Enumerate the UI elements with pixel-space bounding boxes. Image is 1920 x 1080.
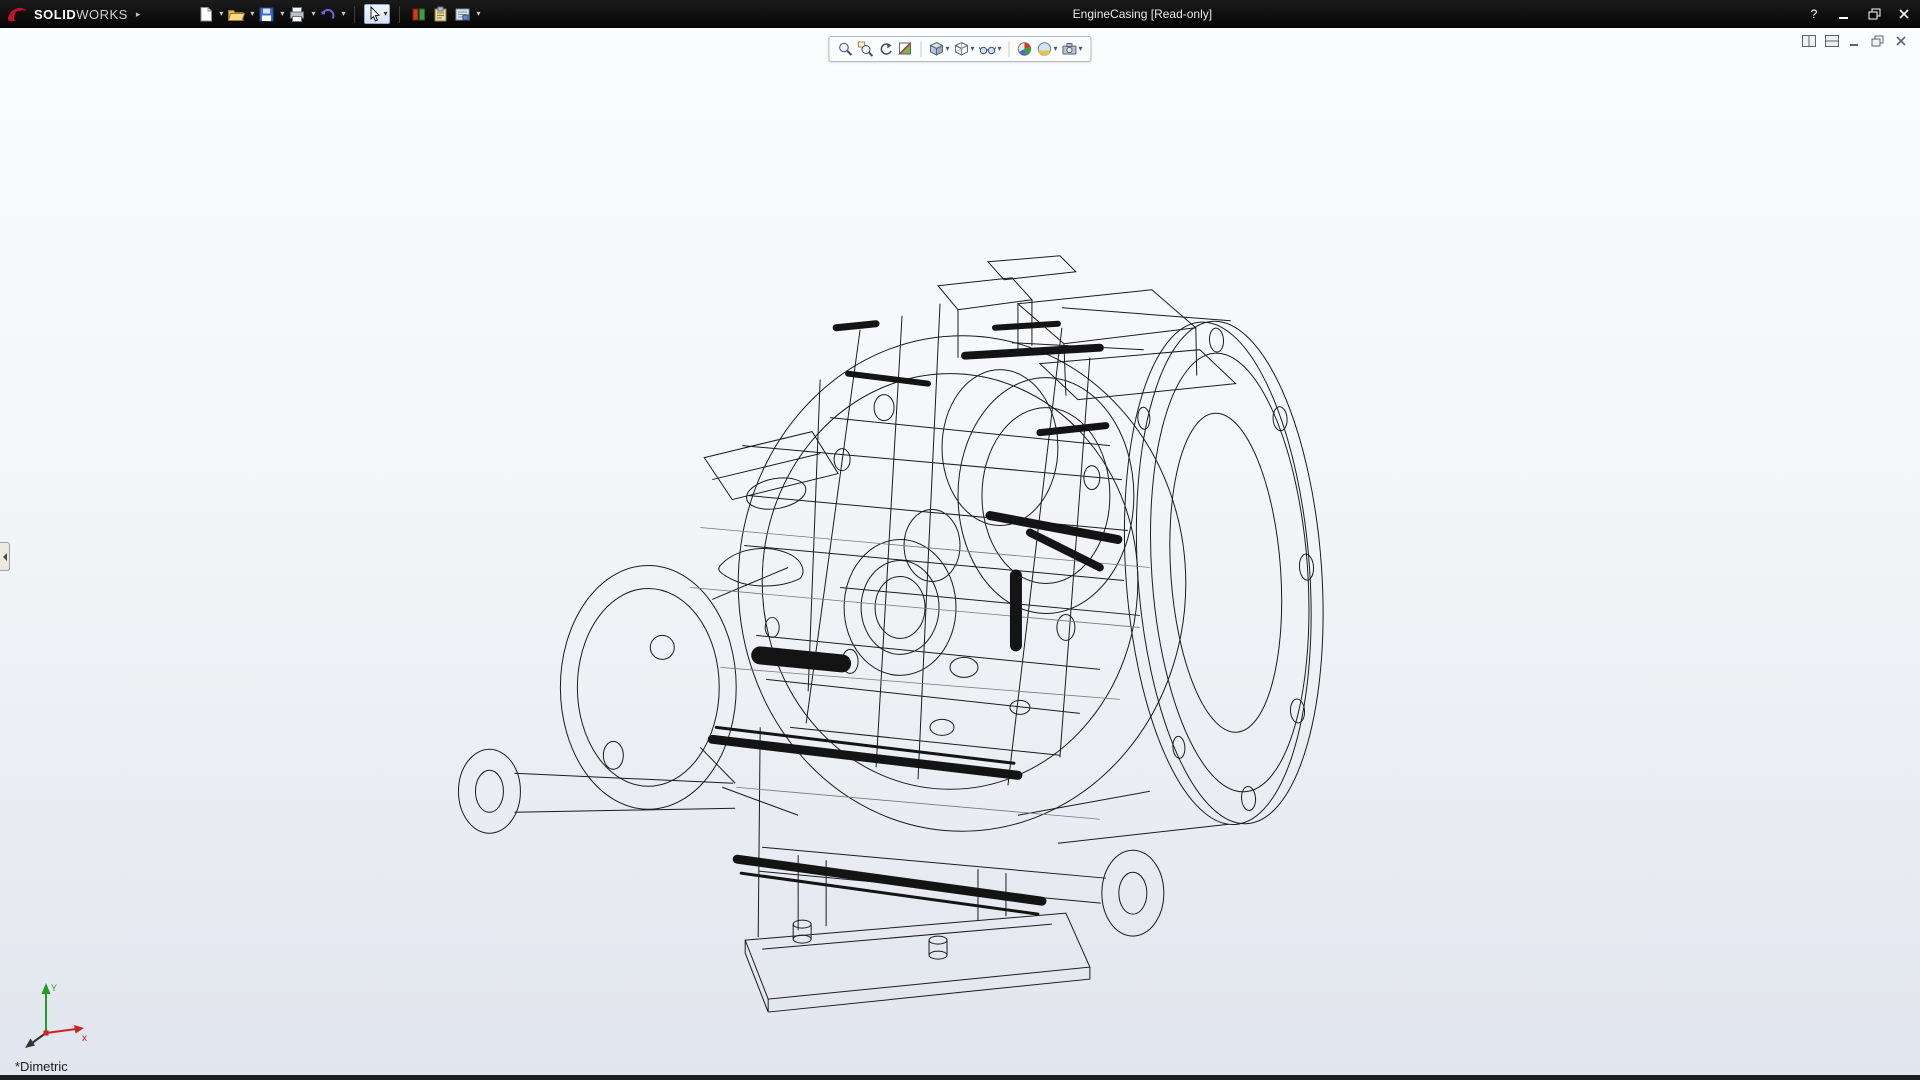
view-settings-button[interactable]: ▾: [1061, 39, 1084, 59]
undo-dropdown-caret[interactable]: ▾: [341, 10, 345, 18]
solidworks-window: SOLIDWORKS ▸ ▾ ▾: [0, 0, 1920, 1080]
split-pane-vertical-button[interactable]: [1824, 34, 1839, 48]
zoom-to-fit-button[interactable]: [836, 39, 854, 59]
print-dropdown-caret[interactable]: ▾: [311, 10, 315, 18]
view-cube-icon: [928, 41, 944, 57]
new-document-icon: [197, 6, 214, 23]
save-icon: [258, 6, 275, 23]
view-orientation-caret[interactable]: ▾: [945, 45, 949, 53]
bottom-window-edge: [0, 1075, 1920, 1080]
title-bar: SOLIDWORKS ▸ ▾ ▾: [0, 0, 1920, 28]
heads-up-view-toolbar: ▾ ▾ ▾: [828, 36, 1091, 62]
options-dropdown-caret[interactable]: ▾: [476, 10, 480, 18]
new-button[interactable]: [196, 4, 215, 25]
help-button[interactable]: ?: [1806, 6, 1822, 22]
open-folder-icon: [227, 6, 245, 23]
hide-show-items-caret[interactable]: ▾: [997, 45, 1001, 53]
chevron-left-icon: [3, 553, 7, 561]
solidworks-logo-icon: [6, 5, 28, 23]
section-view-icon: [897, 41, 913, 57]
minimize-button[interactable]: [1836, 6, 1852, 22]
save-button[interactable]: [257, 4, 276, 25]
appearance-ball-icon: [1017, 41, 1033, 57]
orientation-triad: Y x: [18, 977, 92, 1049]
apply-scene-caret[interactable]: ▾: [1054, 45, 1058, 53]
section-view-button[interactable]: [896, 39, 914, 59]
close-icon: [1898, 8, 1910, 20]
window-controls: ?: [1806, 0, 1912, 28]
brand-name: SOLIDWORKS: [34, 7, 128, 22]
camera-icon: [1062, 41, 1078, 57]
open-button[interactable]: [226, 4, 246, 25]
select-dropdown-caret[interactable]: ▾: [383, 10, 387, 18]
window-title: EngineCasing [Read-only]: [1073, 7, 1212, 21]
right-flange: [1109, 315, 1339, 831]
triad-y-label: Y: [51, 983, 57, 993]
engine-casing-wireframe-model[interactable]: [0, 28, 1920, 1075]
restore-icon: [1871, 35, 1884, 47]
restore-button[interactable]: [1866, 6, 1882, 22]
view-orientation-label: *Dimetric: [15, 1059, 68, 1074]
options-button[interactable]: [453, 4, 472, 25]
minimize-icon: [1849, 35, 1861, 47]
display-style-icon: [953, 41, 969, 57]
clipboard-button[interactable]: [431, 4, 450, 25]
previous-view-button[interactable]: [876, 39, 894, 59]
open-dropdown-caret[interactable]: ▾: [250, 10, 254, 18]
previous-view-icon: [877, 41, 893, 57]
display-style-caret[interactable]: ▾: [970, 45, 974, 53]
view-settings-caret[interactable]: ▾: [1079, 45, 1083, 53]
close-icon: [1895, 35, 1907, 47]
options-icon: [454, 6, 471, 23]
feature-panel-collapsed-tab[interactable]: [0, 542, 10, 571]
toolbox-icon: [410, 6, 427, 23]
close-button[interactable]: [1896, 6, 1912, 22]
hide-show-items-button[interactable]: ▾: [977, 39, 1002, 59]
split-pane-horizontal-button[interactable]: [1801, 34, 1816, 48]
standard-toolbar: ▾ ▾ ▾: [196, 4, 480, 25]
new-dropdown-caret[interactable]: ▾: [219, 10, 223, 18]
magnifier-area-icon: [857, 41, 873, 57]
hud-separator: [920, 41, 921, 57]
edit-appearance-button[interactable]: [1016, 39, 1034, 59]
menu-expand-arrow[interactable]: ▸: [136, 9, 141, 20]
document-window-controls: [1801, 34, 1908, 48]
restore-document-button[interactable]: [1870, 34, 1885, 48]
magnifier-icon: [837, 41, 853, 57]
pane-vertical-icon: [1825, 35, 1839, 47]
select-arrow-icon: [367, 6, 382, 22]
select-button[interactable]: ▾: [364, 4, 390, 24]
triad-x-label: x: [82, 1033, 87, 1044]
print-button[interactable]: [287, 4, 307, 25]
undo-icon: [319, 6, 336, 23]
app-logo[interactable]: SOLIDWORKS: [0, 5, 128, 23]
toolbar-separator: [399, 6, 400, 23]
glasses-icon: [978, 41, 996, 57]
close-document-button[interactable]: [1893, 34, 1908, 48]
pane-horizontal-icon: [1802, 35, 1816, 47]
toolbox-button[interactable]: [409, 4, 428, 25]
apply-scene-button[interactable]: ▾: [1036, 39, 1059, 59]
undo-button[interactable]: [318, 4, 337, 25]
view-orientation-button[interactable]: ▾: [927, 39, 950, 59]
brand-name-bold: SOLID: [34, 7, 76, 22]
hud-separator: [1009, 41, 1010, 57]
scene-icon: [1037, 41, 1053, 57]
brand-name-light: WORKS: [76, 7, 128, 22]
zoom-to-area-button[interactable]: [856, 39, 874, 59]
restore-icon: [1868, 8, 1881, 20]
display-style-button[interactable]: ▾: [952, 39, 975, 59]
graphics-viewport[interactable]: ▾ ▾ ▾: [0, 28, 1920, 1075]
save-dropdown-caret[interactable]: ▾: [280, 10, 284, 18]
clipboard-icon: [432, 6, 449, 23]
print-icon: [288, 6, 306, 23]
toolbar-separator: [354, 6, 355, 23]
minimize-document-button[interactable]: [1847, 34, 1862, 48]
minimize-icon: [1838, 8, 1850, 20]
